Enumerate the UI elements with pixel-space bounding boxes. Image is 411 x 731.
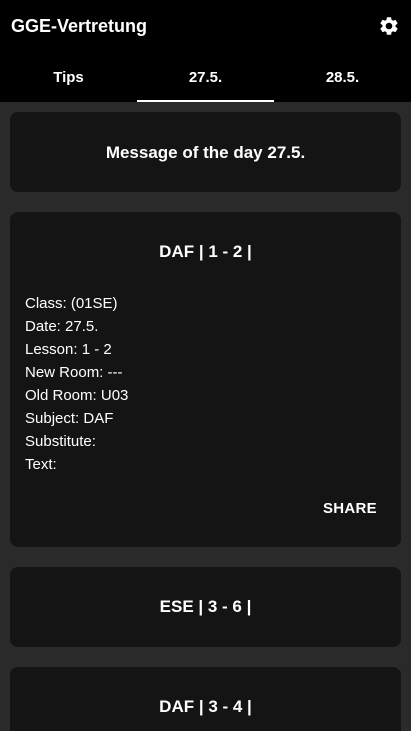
subject-line: Subject: DAF xyxy=(25,410,114,427)
entry-title: ESE | 3 - 6 | xyxy=(159,597,252,616)
share-button[interactable]: SHARE xyxy=(323,500,377,517)
gear-icon xyxy=(380,17,398,35)
tab-label: 27.5. xyxy=(188,68,223,86)
tab-27-5[interactable]: 27.5. xyxy=(137,52,274,102)
substitute-line: Substitute: xyxy=(25,433,96,450)
lesson-line: Lesson: 1 - 2 xyxy=(25,341,112,358)
settings-button[interactable] xyxy=(376,13,402,39)
motd-card[interactable]: Message of the day 27.5. xyxy=(10,112,401,192)
entry-title: DAF | 1 - 2 | xyxy=(159,242,252,261)
class-line: Class: (01SE) xyxy=(25,295,118,312)
new-room-line: New Room: --- xyxy=(25,364,123,381)
app-bar: GGE-Vertretung Tips 27.5. 28.5. xyxy=(0,0,411,102)
old-room-line: Old Room: U03 xyxy=(25,387,129,404)
substitution-list[interactable]: Message of the day 27.5. DAF | 1 - 2 | C… xyxy=(0,102,411,731)
tab-bar: Tips 27.5. 28.5. xyxy=(0,52,411,102)
entry-card[interactable]: DAF | 3 - 4 | xyxy=(10,667,401,731)
entry-card[interactable]: ESE | 3 - 6 | xyxy=(10,567,401,647)
motd-title: Message of the day 27.5. xyxy=(105,143,306,162)
entry-title: DAF | 3 - 4 | xyxy=(159,697,252,716)
date-line: Date: 27.5. xyxy=(25,318,99,335)
entry-card[interactable]: DAF | 1 - 2 | Class: (01SE) Date: 27.5. … xyxy=(10,212,401,547)
tab-28-5[interactable]: 28.5. xyxy=(274,52,411,102)
tab-label: 28.5. xyxy=(325,68,360,86)
tab-label: Tips xyxy=(53,68,84,86)
entry-details: Class: (01SE) Date: 27.5. Lesson: 1 - 2 … xyxy=(25,292,128,476)
tab-tips[interactable]: Tips xyxy=(0,52,137,102)
text-line: Text: xyxy=(25,456,57,473)
app-title: GGE-Vertretung xyxy=(11,16,148,36)
